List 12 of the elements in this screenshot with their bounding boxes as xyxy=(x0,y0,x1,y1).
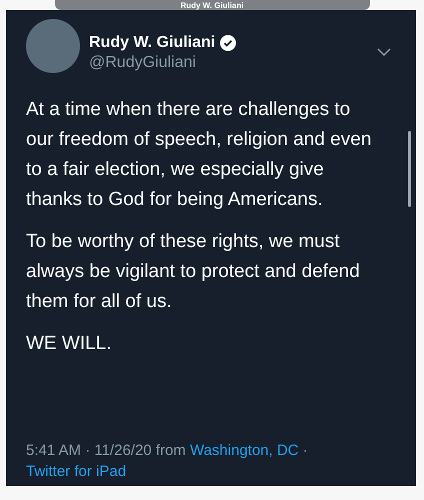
background-tweet-name: Rudy W. Giuliani xyxy=(180,0,244,10)
chevron-down-icon[interactable] xyxy=(377,48,391,56)
scrollbar-thumb[interactable] xyxy=(408,131,411,207)
author-name: Rudy W. Giuliani xyxy=(89,33,216,53)
metadata-link[interactable]: Twitter for iPad xyxy=(26,463,126,480)
tweet-text: To be worthy of these rights, we must always be vigilant to protect and defend them for all of us. xyxy=(26,230,361,314)
avatar xyxy=(26,19,80,73)
author-handle: @RudyGiuliani xyxy=(89,53,197,73)
tweet-metadata: 5:41 AM · 11/26/20 from Washington, DC · Twitter for iPad xyxy=(26,441,309,482)
tweet-text: At a time when there are challenges to our freedom of speech, religion and even to a fair election, we especially give thanks to God for being Americans. xyxy=(26,98,372,212)
metadata-link[interactable]: Washington, DC xyxy=(190,442,299,459)
tweet-text: WE WILL. xyxy=(26,332,113,356)
